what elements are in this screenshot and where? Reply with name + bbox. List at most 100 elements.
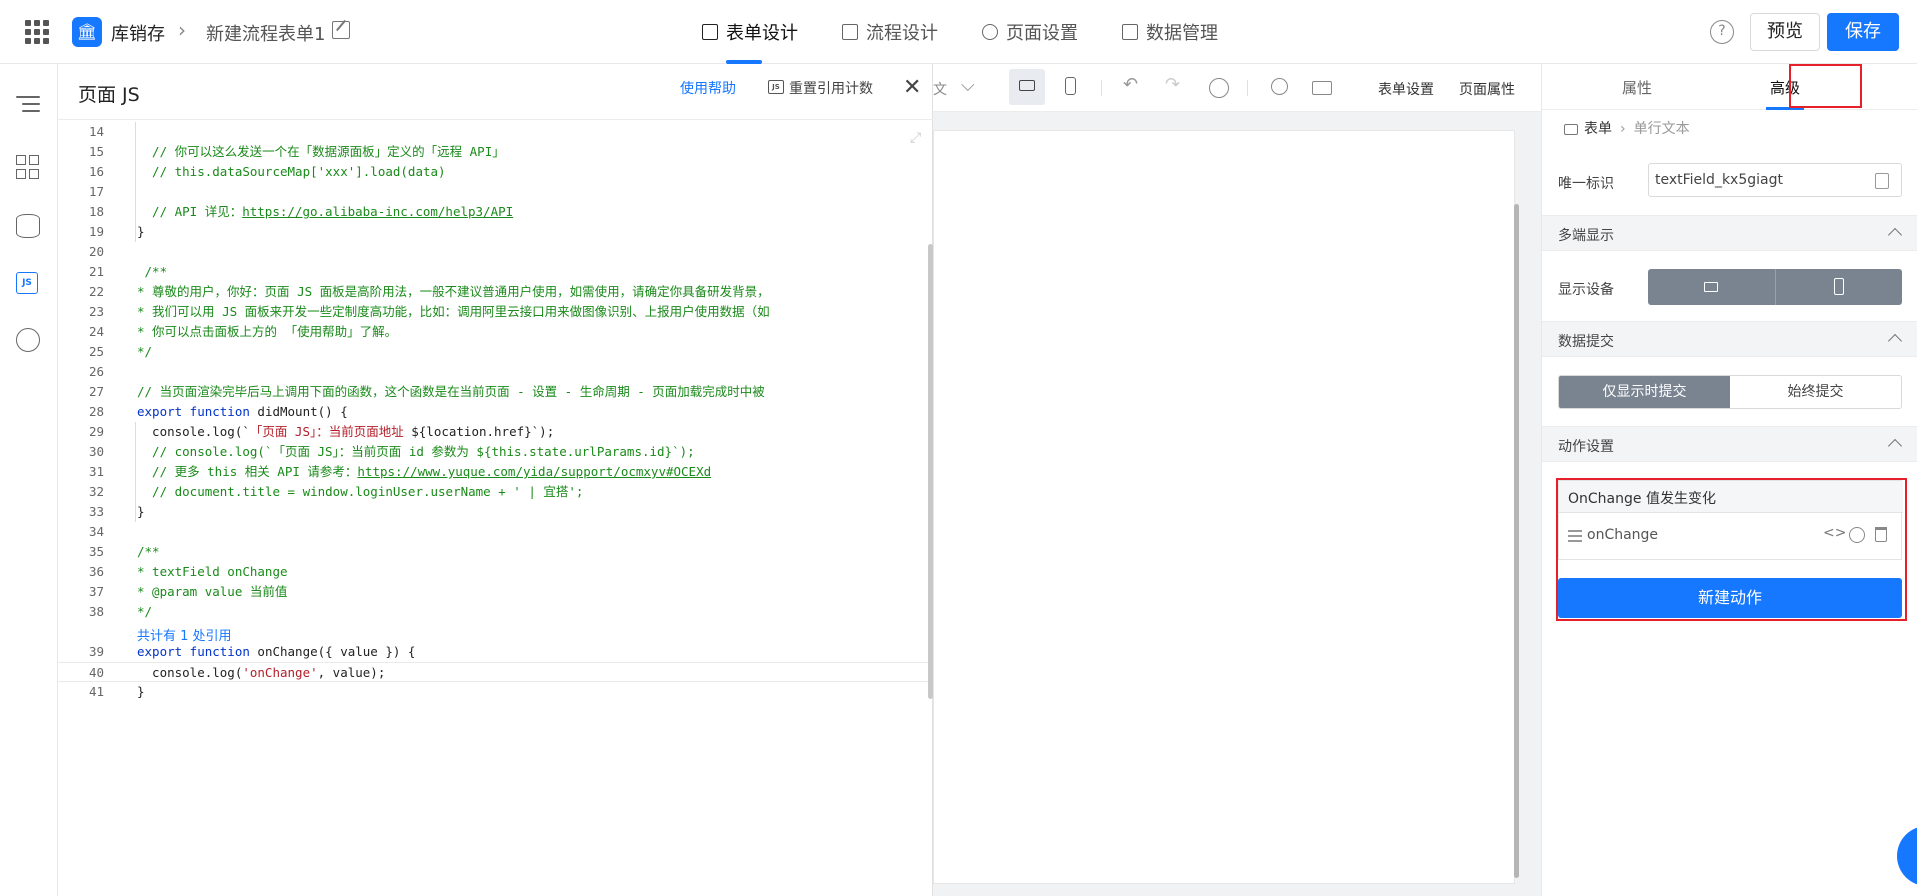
datasource-icon[interactable] [16, 214, 40, 238]
tab-data-management[interactable]: 数据管理 [1110, 0, 1230, 64]
code-line[interactable]: 20 [58, 242, 933, 262]
tab-flow-design[interactable]: 流程设计 [830, 0, 950, 64]
code-line[interactable]: 34 [58, 522, 933, 542]
code-line[interactable]: 32 // document.title = window.loginUser.… [58, 482, 933, 502]
code-line[interactable]: 16 // this.dataSourceMap['xxx'].load(dat… [58, 162, 933, 182]
code-line[interactable]: 36 * textField onChange [58, 562, 933, 582]
line-number: 20 [88, 244, 104, 259]
chevron-up-icon [1887, 333, 1903, 349]
line-number: 33 [88, 504, 104, 519]
edit-icon[interactable] [332, 21, 350, 39]
line-number: 30 [88, 444, 104, 459]
code-token: * textField onChange [137, 564, 288, 579]
code-line[interactable]: 26 [58, 362, 933, 382]
code-token: didMount() { [257, 404, 348, 419]
code-editor[interactable]: 14 15 // 你可以这么发送一个在「数据源面板」定义的「远程 API」 16 /… [58, 122, 933, 896]
display-device-label: 显示设备 [1558, 282, 1614, 298]
section-multi-display[interactable]: 多端显示 [1542, 215, 1917, 251]
code-line[interactable]: 24 * 你可以点击面板上方的 「使用帮助」了解。 [58, 322, 933, 342]
tab-form-design[interactable]: 表单设计 [690, 0, 810, 64]
app-name[interactable]: 库销存 [111, 20, 165, 46]
code-token[interactable]: https://go.alibaba-inc.com/help3/API [242, 204, 513, 219]
design-tabs: 表单设计 流程设计 页面设置 数据管理 [690, 0, 1250, 64]
code-text: * @param value 当前值 [137, 582, 287, 602]
code-line[interactable]: 25 */ [58, 342, 933, 362]
tab-properties[interactable]: 属性 [1622, 77, 1652, 98]
code-line[interactable]: 23 * 我们可以用 JS 面板来开发一些定制度高功能，比如：调用阿里云接口用来做… [58, 302, 933, 322]
section-title: 多端显示 [1558, 228, 1614, 244]
mobile-view-button[interactable] [1061, 76, 1081, 96]
code-text: // 你可以这么发送一个在「数据源面板」定义的「远程 API」 [137, 142, 505, 162]
code-line[interactable]: 15 // 你可以这么发送一个在「数据源面板」定义的「远程 API」 [58, 142, 933, 162]
line-number: 39 [88, 644, 104, 659]
line-number: 35 [88, 544, 104, 559]
code-line[interactable]: 14 [58, 122, 933, 142]
undo-icon[interactable]: ↶ [1123, 74, 1138, 95]
code-line[interactable]: 22 * 尊敬的用户，你好：页面 JS 面板是高阶用法，一般不建议普通用户使用，如… [58, 282, 933, 302]
page-props-button[interactable]: 页面属性 [1459, 79, 1515, 99]
close-icon[interactable]: ✕ [903, 75, 921, 100]
code-line[interactable]: 21 /** [58, 262, 933, 282]
preview-button[interactable]: 预览 [1750, 13, 1820, 51]
js-panel-header: 页面 JS 使用帮助 JS 重置引用计数 ✕ [58, 64, 933, 120]
phone-icon [1833, 278, 1844, 295]
canvas-scrollbar[interactable] [1514, 204, 1519, 878]
code-token[interactable]: https://www.yuque.com/yida/support/ocmxy… [357, 464, 711, 479]
help-link[interactable]: 使用帮助 [680, 78, 736, 98]
canvas-page[interactable] [933, 130, 1515, 884]
code-line[interactable]: 37 * @param value 当前值 [58, 582, 933, 602]
breadcrumb-current: 单行文本 [1633, 121, 1690, 137]
history-icon[interactable] [1209, 78, 1229, 98]
code-token: // 当页面渲染完毕后马上调用下面的函数，这个函数是在当前页面 - 设置 - 生… [137, 384, 765, 399]
breadcrumb-root[interactable]: 表单 [1584, 121, 1612, 137]
copy-icon[interactable] [1875, 173, 1889, 189]
code-line[interactable]: 41} [58, 682, 933, 702]
tab-label: 数据管理 [1146, 23, 1218, 44]
code-text: // console.log(`「页面 JS」：当前页面 id 参数为 ${th… [137, 442, 695, 462]
code-line[interactable]: 35 /** [58, 542, 933, 562]
tab-page-settings[interactable]: 页面设置 [970, 0, 1090, 64]
indent-guide [135, 122, 136, 242]
code-line[interactable]: 31 // 更多 this 相关 API 请参考：https://www.yuq… [58, 462, 933, 482]
code-line[interactable]: 29 console.log(`「页面 JS」：当前页面地址 ${locatio… [58, 422, 933, 442]
components-icon[interactable] [16, 155, 40, 179]
device-mobile-option[interactable] [1776, 269, 1903, 305]
code-line[interactable]: 17 [58, 182, 933, 202]
js-icon[interactable]: JS [16, 272, 38, 294]
app-grid-icon[interactable] [25, 20, 49, 44]
reset-ref-count-button[interactable]: 重置引用计数 [789, 78, 873, 98]
code-line[interactable]: 39 export function onChange({ value }) { [58, 642, 933, 662]
code-line[interactable]: 40 console.log('onChange', value); [58, 662, 933, 682]
outline-icon[interactable] [16, 96, 40, 120]
submit-when-visible-option[interactable]: 仅显示时提交 [1559, 376, 1730, 408]
toolbar-divider [1247, 80, 1248, 96]
code-text: // API 详见：https://go.alibaba-inc.com/hel… [137, 202, 513, 222]
code-line[interactable]: 30 // console.log(`「页面 JS」：当前页面 id 参数为 $… [58, 442, 933, 462]
unique-id-field[interactable]: textField_kx5giagt [1648, 163, 1902, 197]
line-number: 40 [88, 665, 104, 680]
save-button[interactable]: 保存 [1827, 13, 1899, 51]
code-token: , value); [317, 665, 386, 680]
code-line[interactable]: 27 // 当页面渲染完毕后马上调用下面的函数，这个函数是在当前页面 - 设置 -… [58, 382, 933, 402]
keyboard-icon[interactable] [1312, 81, 1332, 95]
submit-always-option[interactable]: 始终提交 [1730, 376, 1901, 408]
globe-icon[interactable] [16, 328, 40, 352]
line-number: 27 [88, 384, 104, 399]
code-line[interactable]: 33} [58, 502, 933, 522]
code-line[interactable]: 28 export function didMount() { [58, 402, 933, 422]
help-icon[interactable]: ? [1710, 20, 1734, 44]
chevron-down-icon[interactable]: ⌵ [961, 75, 975, 96]
code-line[interactable]: 19} [58, 222, 933, 242]
section-data-submit[interactable]: 数据提交 [1542, 321, 1917, 357]
desktop-view-button[interactable] [1009, 69, 1045, 105]
code-text: * textField onChange [137, 562, 288, 582]
search-icon[interactable] [1271, 78, 1288, 95]
code-line[interactable]: 38 */ [58, 602, 933, 622]
code-text: /** [137, 262, 168, 282]
code-line[interactable]: 18 // API 详见：https://go.alibaba-inc.com/… [58, 202, 933, 222]
section-action-settings[interactable]: 动作设置 [1542, 426, 1917, 462]
code-text: /** [137, 542, 160, 562]
form-settings-button[interactable]: 表单设置 [1378, 79, 1434, 99]
redo-icon[interactable]: ↷ [1165, 74, 1180, 95]
device-desktop-option[interactable] [1648, 269, 1776, 305]
